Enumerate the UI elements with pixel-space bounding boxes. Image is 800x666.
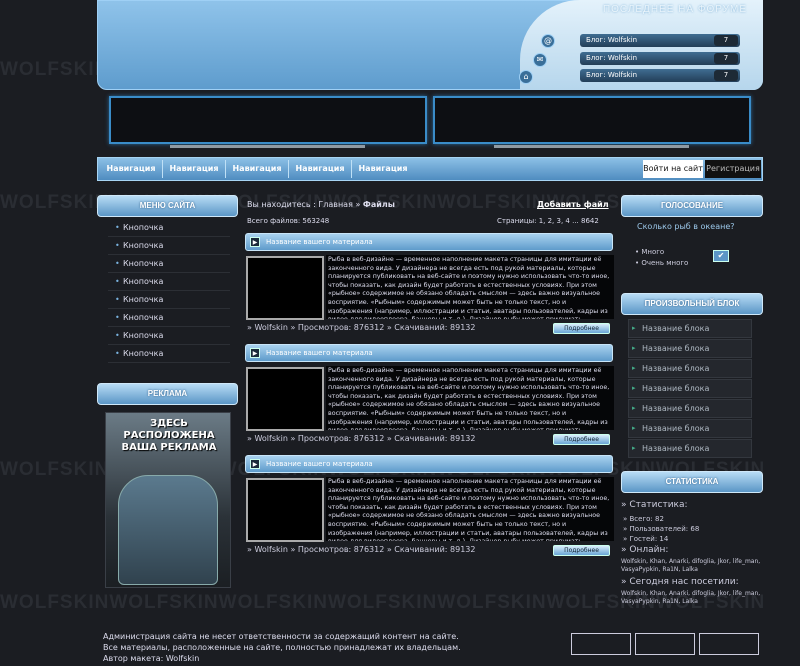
today-heading: » Сегодня нас посетили: bbox=[621, 577, 739, 587]
nav-item[interactable]: Навигация bbox=[226, 157, 288, 181]
stats-guests: » Гостей: 14 bbox=[623, 535, 669, 543]
checkmark-icon[interactable]: ✔ bbox=[713, 250, 729, 262]
online-heading: » Онлайн: bbox=[621, 545, 669, 555]
block-item[interactable]: Название блока bbox=[628, 339, 752, 358]
ad-banner[interactable]: ЗДЕСЬ РАСПОЛОЖЕНА ВАША РЕКЛАМА bbox=[105, 412, 231, 588]
footer-counter[interactable] bbox=[699, 633, 759, 655]
breadcrumb: Вы находитесь : Главная » Файлы bbox=[247, 200, 395, 209]
block-item[interactable]: Название блока bbox=[628, 319, 752, 338]
forum-title: ПОСЛЕДНЕЕ НА ФОРУМЕ bbox=[602, 4, 748, 15]
car-image bbox=[118, 475, 218, 585]
nav-item[interactable]: Навигация bbox=[289, 157, 351, 181]
poll-option[interactable]: • Очень много bbox=[635, 259, 688, 267]
stats-heading: » Статистика: bbox=[621, 500, 688, 510]
footer-counter[interactable] bbox=[571, 633, 631, 655]
block-item[interactable]: Название блока bbox=[628, 379, 752, 398]
arrow-right-icon: ▶ bbox=[250, 348, 260, 358]
footer-author: Автор макета: Wolfskin bbox=[103, 654, 200, 663]
pagination[interactable]: Страницы: 1, 2, 3, 4 ... 8642 bbox=[497, 217, 599, 225]
register-button[interactable]: Регистрация bbox=[705, 160, 761, 178]
article-thumbnail[interactable] bbox=[246, 256, 324, 320]
more-button[interactable]: Подробнее bbox=[553, 323, 610, 334]
stats-title: СТАТИСТИКА bbox=[621, 471, 763, 493]
menu-title: МЕНЮ САЙТА bbox=[97, 195, 238, 217]
home-icon[interactable]: ⌂ bbox=[519, 70, 533, 84]
article-text: Рыба в веб-дизайне — временное наполнени… bbox=[326, 255, 614, 319]
menu-item[interactable]: Кнопочка bbox=[108, 255, 230, 273]
article-meta: » Wolfskin » Просмотров: 876312 » Скачив… bbox=[247, 434, 476, 443]
stats-total: » Всего: 82 bbox=[623, 515, 664, 523]
menu-item[interactable]: Кнопочка bbox=[108, 273, 230, 291]
add-file-link[interactable]: Добавить файл bbox=[537, 200, 609, 209]
arrow-right-icon: ▶ bbox=[250, 459, 260, 469]
article-title[interactable]: ▶ Название вашего материала bbox=[245, 455, 613, 473]
article-title[interactable]: ▶ Название вашего материала bbox=[245, 344, 613, 362]
post-count: 7 bbox=[714, 35, 738, 46]
envelope-icon[interactable]: ✉ bbox=[533, 53, 547, 67]
block-item[interactable]: Название блока bbox=[628, 399, 752, 418]
forum-post-row[interactable]: Блог: Wolfskin 7 bbox=[580, 69, 740, 82]
banner-stand bbox=[170, 145, 365, 148]
total-files: Всего файлов: 563248 bbox=[247, 217, 330, 225]
article-title[interactable]: ▶ Название вашего материала bbox=[245, 233, 613, 251]
more-button[interactable]: Подробнее bbox=[553, 434, 610, 445]
ad-text: ЗДЕСЬ РАСПОЛОЖЕНА ВАША РЕКЛАМА bbox=[121, 418, 217, 453]
block-item[interactable]: Название блока bbox=[628, 359, 752, 378]
footer-counter[interactable] bbox=[635, 633, 695, 655]
breadcrumb-current: Файлы bbox=[362, 200, 395, 209]
custom-block-title: ПРОИЗВОЛЬНЫЙ БЛОК bbox=[621, 293, 763, 315]
login-button[interactable]: Войти на сайт bbox=[643, 160, 703, 178]
menu-item[interactable]: Кнопочка bbox=[108, 309, 230, 327]
menu-item[interactable]: Кнопочка bbox=[108, 237, 230, 255]
online-users[interactable]: Wolfskin, Khan, Anarki, difoglia, Jkor, … bbox=[621, 558, 761, 574]
nav-item[interactable]: Навигация bbox=[163, 157, 225, 181]
banner-stand bbox=[494, 145, 689, 148]
footer: Администрация сайта не несет ответственн… bbox=[103, 631, 563, 664]
nav-item[interactable]: Навигация bbox=[100, 157, 162, 181]
block-item[interactable]: Название блока bbox=[628, 439, 752, 458]
forum-post-row[interactable]: Блог: Wolfskin 7 bbox=[580, 34, 740, 47]
article-thumbnail[interactable] bbox=[246, 478, 324, 542]
post-count: 7 bbox=[714, 70, 738, 81]
mail-icon[interactable]: @ bbox=[541, 34, 555, 48]
menu-item[interactable]: Кнопочка bbox=[108, 219, 230, 237]
poll-question: Сколько рыб в океане? bbox=[637, 222, 735, 231]
ad-title: РЕКЛАМА bbox=[97, 383, 238, 405]
menu-item[interactable]: Кнопочка bbox=[108, 291, 230, 309]
stats-users: » Пользователей: 68 bbox=[623, 525, 700, 533]
article-thumbnail[interactable] bbox=[246, 367, 324, 431]
more-button[interactable]: Подробнее bbox=[553, 545, 610, 556]
arrow-right-icon: ▶ bbox=[250, 237, 260, 247]
post-count: 7 bbox=[714, 53, 738, 64]
banner-left[interactable] bbox=[109, 96, 427, 144]
banner-right[interactable] bbox=[433, 96, 751, 144]
article-text: Рыба в веб-дизайне — временное наполнени… bbox=[326, 366, 614, 430]
poll-title: ГОЛОСОВАНИЕ bbox=[621, 195, 763, 217]
forum-post-row[interactable]: Блог: Wolfskin 7 bbox=[580, 52, 740, 65]
breadcrumb-home[interactable]: Главная bbox=[318, 200, 353, 209]
today-users[interactable]: Wolfskin, Khan, Anarki, difoglia, Jkor, … bbox=[621, 590, 761, 606]
article-meta: » Wolfskin » Просмотров: 876312 » Скачив… bbox=[247, 323, 476, 332]
block-item[interactable]: Название блока bbox=[628, 419, 752, 438]
menu-item[interactable]: Кнопочка bbox=[108, 327, 230, 345]
menu-item[interactable]: Кнопочка bbox=[108, 345, 230, 363]
footer-line: Администрация сайта не несет ответственн… bbox=[103, 632, 459, 641]
nav-item[interactable]: Навигация bbox=[352, 157, 414, 181]
footer-line: Все материалы, расположенные на сайте, п… bbox=[103, 643, 461, 652]
article-text: Рыба в веб-дизайне — временное наполнени… bbox=[326, 477, 614, 541]
article-meta: » Wolfskin » Просмотров: 876312 » Скачив… bbox=[247, 545, 476, 554]
poll-option[interactable]: • Много bbox=[635, 248, 664, 256]
